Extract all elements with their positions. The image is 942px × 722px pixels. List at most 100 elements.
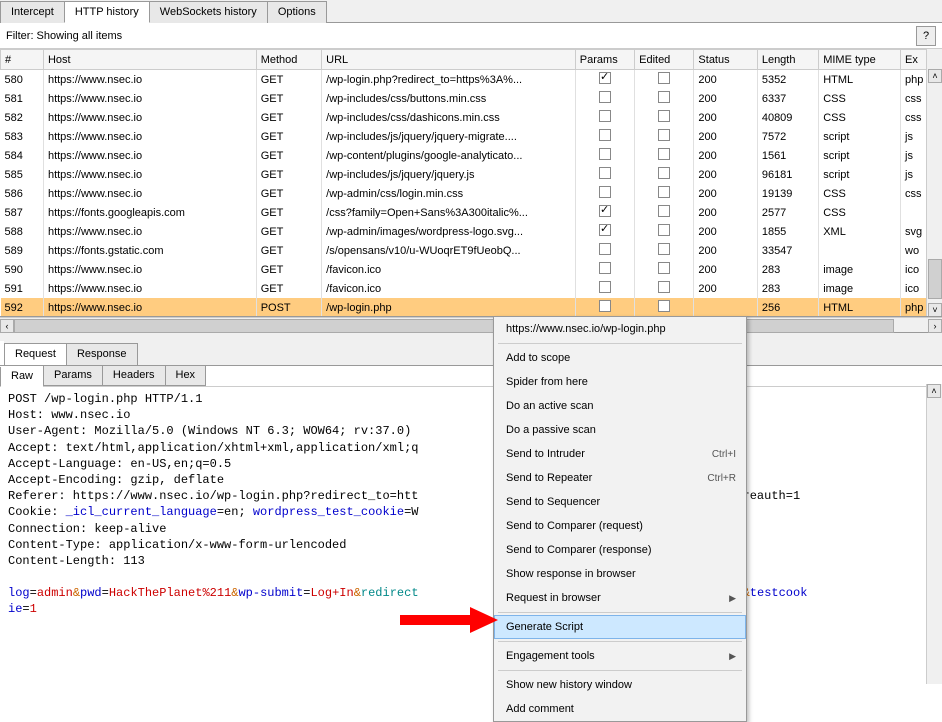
tab-intercept[interactable]: Intercept [0, 1, 65, 23]
col-mime[interactable]: MIME type [819, 50, 901, 70]
ctx-passive-scan[interactable]: Do a passive scan [494, 418, 746, 442]
ctx-add-comment[interactable]: Add comment [494, 697, 746, 721]
cell-status: 200 [694, 260, 757, 279]
detail-vertical-scrollbar[interactable]: ˄ [926, 384, 942, 684]
cell-method: GET [256, 279, 321, 298]
cell-length: 1855 [757, 222, 818, 241]
ctx-add-to-scope[interactable]: Add to scope [494, 346, 746, 370]
col-length[interactable]: Length [757, 50, 818, 70]
ctx-send-to-comparer-response[interactable]: Send to Comparer (response) [494, 538, 746, 562]
cell-host: https://www.nsec.io [43, 260, 256, 279]
cell-method: GET [256, 127, 321, 146]
col-num[interactable]: # [1, 50, 44, 70]
scroll-thumb[interactable] [928, 259, 942, 299]
subtab-hex[interactable]: Hex [165, 366, 207, 386]
cell-edited [635, 222, 694, 241]
cell-length: 283 [757, 260, 818, 279]
tab-http-history[interactable]: HTTP history [64, 1, 150, 23]
ctx-show-new-history-window[interactable]: Show new history window [494, 673, 746, 697]
horizontal-scrollbar[interactable]: ‹ › [0, 317, 942, 333]
ctx-send-to-repeater[interactable]: Send to RepeaterCtrl+R [494, 466, 746, 490]
cell-status: 200 [694, 279, 757, 298]
cell-host: https://www.nsec.io [43, 279, 256, 298]
table-row[interactable]: 592https://www.nsec.ioPOST/wp-login.php2… [1, 298, 942, 317]
checkbox-icon [599, 300, 611, 312]
submenu-arrow-icon: ▶ [729, 593, 736, 604]
cell-num: 581 [1, 89, 44, 108]
ctx-request-in-browser[interactable]: Request in browser▶ [494, 586, 746, 610]
table-row[interactable]: 581https://www.nsec.ioGET/wp-includes/cs… [1, 89, 942, 108]
scroll-right-arrow-icon[interactable]: › [928, 319, 942, 333]
col-edited[interactable]: Edited [635, 50, 694, 70]
tab-options[interactable]: Options [267, 1, 327, 23]
table-row[interactable]: 582https://www.nsec.ioGET/wp-includes/cs… [1, 108, 942, 127]
tab-websockets-history[interactable]: WebSockets history [149, 1, 268, 23]
table-row[interactable]: 586https://www.nsec.ioGET/wp-admin/css/l… [1, 184, 942, 203]
cell-params [575, 222, 634, 241]
subtab-headers[interactable]: Headers [102, 366, 166, 386]
table-row[interactable]: 587https://fonts.googleapis.comGET/css?f… [1, 203, 942, 222]
col-status[interactable]: Status [694, 50, 757, 70]
table-row[interactable]: 584https://www.nsec.ioGET/wp-content/plu… [1, 146, 942, 165]
ctx-generate-script[interactable]: Generate Script [494, 615, 746, 639]
checkbox-icon [599, 262, 611, 274]
table-row[interactable]: 591https://www.nsec.ioGET/favicon.ico200… [1, 279, 942, 298]
filter-bar[interactable]: Filter: Showing all items ? [0, 23, 942, 49]
col-url[interactable]: URL [322, 50, 576, 70]
table-row[interactable]: 585https://www.nsec.ioGET/wp-includes/js… [1, 165, 942, 184]
ctx-send-to-comparer-request[interactable]: Send to Comparer (request) [494, 514, 746, 538]
cell-mime: HTML [819, 298, 901, 317]
cell-params [575, 203, 634, 222]
cell-length: 5352 [757, 70, 818, 90]
table-row[interactable]: 583https://www.nsec.ioGET/wp-includes/js… [1, 127, 942, 146]
cell-mime: script [819, 146, 901, 165]
table-row[interactable]: 588https://www.nsec.ioGET/wp-admin/image… [1, 222, 942, 241]
ctx-separator [498, 612, 742, 613]
ctx-spider-from-here[interactable]: Spider from here [494, 370, 746, 394]
table-row[interactable]: 580https://www.nsec.ioGET/wp-login.php?r… [1, 70, 942, 90]
cell-num: 584 [1, 146, 44, 165]
cell-method: GET [256, 70, 321, 90]
hscroll-thumb[interactable] [14, 319, 894, 333]
table-row[interactable]: 589https://fonts.gstatic.comGET/s/opensa… [1, 241, 942, 260]
table-row[interactable]: 590https://www.nsec.ioGET/favicon.ico200… [1, 260, 942, 279]
cell-edited [635, 203, 694, 222]
cell-edited [635, 184, 694, 203]
cell-params [575, 279, 634, 298]
help-button[interactable]: ? [916, 26, 936, 46]
cell-method: GET [256, 222, 321, 241]
cell-mime: CSS [819, 203, 901, 222]
scroll-up-arrow-icon[interactable]: ˄ [928, 69, 942, 83]
tab-response[interactable]: Response [66, 343, 138, 365]
scroll-down-arrow-icon[interactable]: ˅ [928, 303, 942, 317]
ctx-active-scan[interactable]: Do an active scan [494, 394, 746, 418]
checkbox-icon [599, 205, 611, 217]
ctx-engagement-tools[interactable]: Engagement tools▶ [494, 644, 746, 668]
cell-host: https://www.nsec.io [43, 108, 256, 127]
subtab-params[interactable]: Params [43, 366, 103, 386]
ctx-separator [498, 641, 742, 642]
col-method[interactable]: Method [256, 50, 321, 70]
checkbox-icon [658, 148, 670, 160]
ctx-send-to-intruder[interactable]: Send to IntruderCtrl+I [494, 442, 746, 466]
cell-params [575, 70, 634, 90]
subtab-raw[interactable]: Raw [0, 367, 44, 387]
cell-mime: script [819, 165, 901, 184]
tab-request[interactable]: Request [4, 343, 67, 365]
detail-scroll-up-icon[interactable]: ˄ [927, 384, 941, 398]
cell-status: 200 [694, 203, 757, 222]
col-host[interactable]: Host [43, 50, 256, 70]
cell-url: /wp-includes/css/dashicons.min.css [322, 108, 576, 127]
cell-status: 200 [694, 241, 757, 260]
cell-method: GET [256, 184, 321, 203]
checkbox-icon [658, 72, 670, 84]
scroll-left-arrow-icon[interactable]: ‹ [0, 319, 14, 333]
checkbox-icon [599, 148, 611, 160]
ctx-show-response-in-browser[interactable]: Show response in browser [494, 562, 746, 586]
table-vertical-scrollbar[interactable]: ˄ ˅ [926, 49, 942, 317]
col-params[interactable]: Params [575, 50, 634, 70]
checkbox-icon [658, 110, 670, 122]
ctx-send-to-sequencer[interactable]: Send to Sequencer [494, 490, 746, 514]
submenu-arrow-icon: ▶ [729, 651, 736, 662]
raw-request-content[interactable]: POST /wp-login.php HTTP/1.1 Host: www.ns… [0, 387, 942, 622]
